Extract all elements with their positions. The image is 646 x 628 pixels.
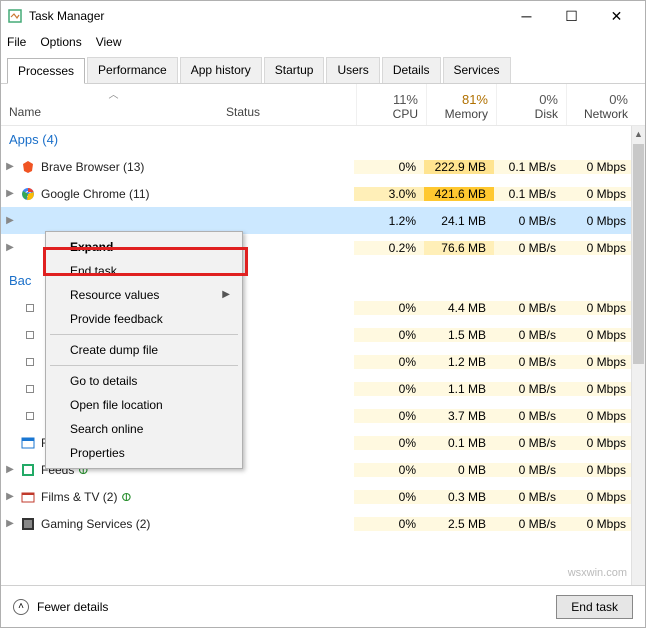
ctx-search-online[interactable]: Search online	[48, 417, 240, 441]
expand-icon[interactable]: ▶	[1, 215, 19, 226]
app-icon	[19, 213, 37, 229]
table-row[interactable]: ▶ Brave Browser (13) 0% 222.9 MB 0.1 MB/…	[1, 153, 645, 180]
maximize-button[interactable]: ☐	[549, 2, 594, 30]
tab-processes[interactable]: Processes	[7, 58, 85, 84]
ctx-properties[interactable]: Properties	[48, 441, 240, 465]
feeds-icon	[19, 462, 37, 478]
watermark: wsxwin.com	[568, 567, 627, 579]
minimize-button[interactable]: ─	[504, 2, 549, 30]
features-icon	[19, 435, 37, 451]
films-tv-icon	[19, 489, 37, 505]
end-task-button[interactable]: End task	[556, 595, 633, 619]
chrome-icon	[19, 186, 37, 202]
efficiency-icon: ⵀ	[121, 492, 131, 504]
ctx-go-details[interactable]: Go to details	[48, 369, 240, 393]
separator	[50, 365, 238, 366]
tab-users[interactable]: Users	[326, 57, 379, 83]
window-title: Task Manager	[29, 9, 104, 23]
expand-icon[interactable]: ▶	[1, 464, 19, 475]
app-icon	[7, 8, 23, 24]
tab-details[interactable]: Details	[382, 57, 441, 83]
vertical-scrollbar[interactable]: ▲ ▼	[631, 126, 645, 604]
submenu-arrow-icon: ▶	[222, 289, 230, 300]
footer: ˄ Fewer details End task	[1, 585, 645, 627]
table-row-selected[interactable]: ▶ 1.2% 24.1 MB 0 MB/s 0 Mbps	[1, 207, 645, 234]
expand-icon[interactable]: ▶	[1, 518, 19, 529]
group-apps: Apps (4)	[1, 126, 645, 153]
gaming-services-icon	[19, 516, 37, 532]
header-network[interactable]: 0%Network	[566, 84, 636, 125]
table-row[interactable]: ▶ Films & TV (2)ⵀ 0%0.3 MB 0 MB/s0 Mbps	[1, 483, 645, 510]
tab-services[interactable]: Services	[443, 57, 511, 83]
header-memory[interactable]: 81%Memory	[426, 84, 496, 125]
context-menu: Expand End task Resource values▶ Provide…	[45, 231, 243, 469]
fewer-details-icon[interactable]: ˄	[13, 599, 29, 615]
table-row[interactable]: ▶ Google Chrome (11) 3.0% 421.6 MB 0.1 M…	[1, 180, 645, 207]
expand-icon[interactable]: ▶	[1, 242, 19, 253]
brave-icon	[19, 159, 37, 175]
expand-icon[interactable]: ▶	[1, 161, 19, 172]
header-status[interactable]: Status	[226, 84, 356, 125]
tabs: Processes Performance App history Startu…	[1, 53, 645, 84]
tab-startup[interactable]: Startup	[264, 57, 325, 83]
menu-options[interactable]: Options	[40, 35, 81, 49]
expand-icon[interactable]: ▶	[1, 491, 19, 502]
ctx-provide-feedback[interactable]: Provide feedback	[48, 307, 240, 331]
menu-file[interactable]: File	[7, 35, 26, 49]
header-cpu[interactable]: 11%CPU	[356, 84, 426, 125]
scroll-up-icon[interactable]: ▲	[632, 126, 645, 142]
close-button[interactable]: ✕	[594, 2, 639, 30]
ctx-resource-values[interactable]: Resource values▶	[48, 283, 240, 307]
ctx-create-dump[interactable]: Create dump file	[48, 338, 240, 362]
ctx-expand[interactable]: Expand	[48, 235, 240, 259]
ctx-end-task[interactable]: End task	[48, 259, 240, 283]
expand-icon[interactable]: ▶	[1, 188, 19, 199]
fewer-details-link[interactable]: Fewer details	[37, 600, 108, 614]
menu-view[interactable]: View	[96, 35, 122, 49]
menubar: File Options View	[1, 31, 645, 53]
scroll-thumb[interactable]	[633, 144, 644, 364]
ctx-open-file[interactable]: Open file location	[48, 393, 240, 417]
column-headers: ︿ Name Status 11%CPU 81%Memory 0%Disk 0%…	[1, 84, 645, 126]
tab-performance[interactable]: Performance	[87, 57, 178, 83]
table-row[interactable]: ▶ Gaming Services (2) 0%2.5 MB 0 MB/s0 M…	[1, 510, 645, 537]
separator	[50, 334, 238, 335]
tab-app-history[interactable]: App history	[180, 57, 262, 83]
sort-indicator-icon: ︿	[109, 86, 119, 101]
titlebar: Task Manager ─ ☐ ✕	[1, 1, 645, 31]
header-name[interactable]: ︿ Name	[1, 84, 226, 125]
header-disk[interactable]: 0%Disk	[496, 84, 566, 125]
